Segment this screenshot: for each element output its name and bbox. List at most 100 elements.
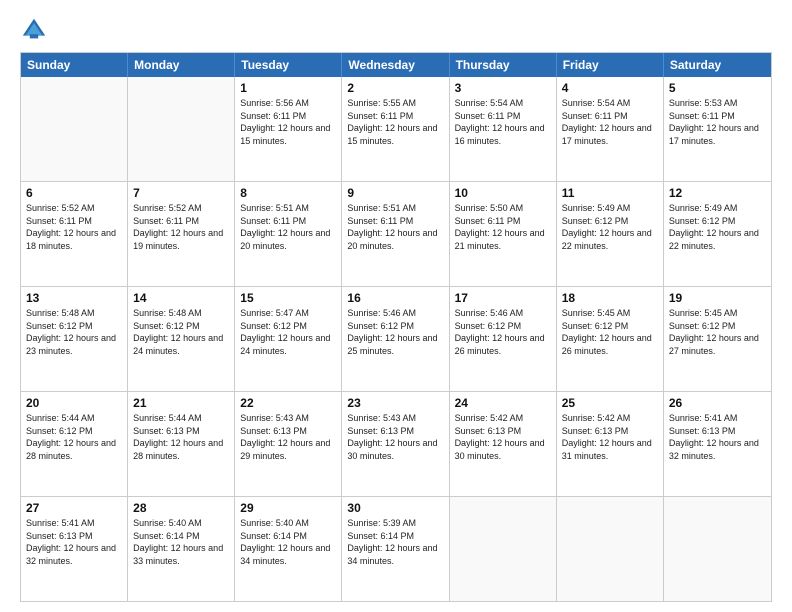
day-number: 7 (133, 186, 229, 200)
weekday-header-saturday: Saturday (664, 53, 771, 77)
calendar-cell: 26 Sunrise: 5:41 AMSunset: 6:13 PMDayligh… (664, 392, 771, 496)
sun-info: Sunrise: 5:55 AMSunset: 6:11 PMDaylight:… (347, 97, 443, 147)
sun-info: Sunrise: 5:41 AMSunset: 6:13 PMDaylight:… (669, 412, 766, 462)
day-number: 30 (347, 501, 443, 515)
sun-info: Sunrise: 5:45 AMSunset: 6:12 PMDaylight:… (562, 307, 658, 357)
weekday-header-thursday: Thursday (450, 53, 557, 77)
day-number: 11 (562, 186, 658, 200)
calendar-cell: 1 Sunrise: 5:56 AMSunset: 6:11 PMDaylight… (235, 77, 342, 181)
calendar-body: 1 Sunrise: 5:56 AMSunset: 6:11 PMDaylight… (21, 77, 771, 601)
calendar-cell: 9Sunrise: 5:51 AMSunset: 6:11 PMDaylight… (342, 182, 449, 286)
calendar-cell: 13Sunrise: 5:48 AMSunset: 6:12 PMDayligh… (21, 287, 128, 391)
calendar: SundayMondayTuesdayWednesdayThursdayFrid… (20, 52, 772, 602)
calendar-cell: 25Sunrise: 5:42 AMSunset: 6:13 PMDayligh… (557, 392, 664, 496)
day-number: 12 (669, 186, 766, 200)
day-number: 15 (240, 291, 336, 305)
calendar-cell (21, 77, 128, 181)
sun-info: Sunrise: 5:44 AMSunset: 6:12 PMDaylight:… (26, 412, 122, 462)
calendar-cell: 16 Sunrise: 5:46 AMSunset: 6:12 PMDayligh… (342, 287, 449, 391)
calendar-cell: 19 Sunrise: 5:45 AMSunset: 6:12 PMDayligh… (664, 287, 771, 391)
sun-info: Sunrise: 5:46 AMSunset: 6:12 PMDaylight:… (347, 307, 443, 357)
sun-info: Sunrise: 5:40 AMSunset: 6:14 PMDaylight:… (133, 517, 229, 567)
day-number: 27 (26, 501, 122, 515)
calendar-cell: 28 Sunrise: 5:40 AMSunset: 6:14 PMDayligh… (128, 497, 235, 601)
day-number: 16 (347, 291, 443, 305)
calendar-cell: 27 Sunrise: 5:41 AMSunset: 6:13 PMDayligh… (21, 497, 128, 601)
calendar-cell: 18 Sunrise: 5:45 AMSunset: 6:12 PMDayligh… (557, 287, 664, 391)
calendar-cell: 12 Sunrise: 5:49 AMSunset: 6:12 PMDayligh… (664, 182, 771, 286)
day-number: 3 (455, 81, 551, 95)
day-number: 21 (133, 396, 229, 410)
calendar-cell (664, 497, 771, 601)
weekday-header-tuesday: Tuesday (235, 53, 342, 77)
weekday-header-monday: Monday (128, 53, 235, 77)
calendar-cell: 10 Sunrise: 5:50 AMSunset: 6:11 PMDayligh… (450, 182, 557, 286)
day-number: 13 (26, 291, 122, 305)
calendar-row-0: 1 Sunrise: 5:56 AMSunset: 6:11 PMDaylight… (21, 77, 771, 181)
day-number: 24 (455, 396, 551, 410)
day-number: 22 (240, 396, 336, 410)
calendar-cell: 4Sunrise: 5:54 AMSunset: 6:11 PMDaylight… (557, 77, 664, 181)
sun-info: Sunrise: 5:47 AMSunset: 6:12 PMDaylight:… (240, 307, 336, 357)
calendar-cell: 11 Sunrise: 5:49 AMSunset: 6:12 PMDayligh… (557, 182, 664, 286)
sun-info: Sunrise: 5:48 AMSunset: 6:12 PMDaylight:… (133, 307, 229, 357)
day-number: 28 (133, 501, 229, 515)
header (20, 16, 772, 44)
calendar-cell: 30 Sunrise: 5:39 AMSunset: 6:14 PMDayligh… (342, 497, 449, 601)
calendar-cell: 6 Sunrise: 5:52 AMSunset: 6:11 PMDaylight… (21, 182, 128, 286)
sun-info: Sunrise: 5:45 AMSunset: 6:12 PMDaylight:… (669, 307, 766, 357)
calendar-cell: 5 Sunrise: 5:53 AMSunset: 6:11 PMDaylight… (664, 77, 771, 181)
sun-info: Sunrise: 5:42 AMSunset: 6:13 PMDaylight:… (562, 412, 658, 462)
sun-info: Sunrise: 5:54 AMSunset: 6:11 PMDaylight:… (455, 97, 551, 147)
calendar-cell: 7Sunrise: 5:52 AMSunset: 6:11 PMDaylight… (128, 182, 235, 286)
calendar-cell: 22 Sunrise: 5:43 AMSunset: 6:13 PMDayligh… (235, 392, 342, 496)
sun-info: Sunrise: 5:51 AMSunset: 6:11 PMDaylight:… (347, 202, 443, 252)
calendar-cell (128, 77, 235, 181)
calendar-cell: 20 Sunrise: 5:44 AMSunset: 6:12 PMDayligh… (21, 392, 128, 496)
day-number: 23 (347, 396, 443, 410)
calendar-cell: 8 Sunrise: 5:51 AMSunset: 6:11 PMDaylight… (235, 182, 342, 286)
day-number: 14 (133, 291, 229, 305)
sun-info: Sunrise: 5:49 AMSunset: 6:12 PMDaylight:… (669, 202, 766, 252)
day-number: 20 (26, 396, 122, 410)
day-number: 6 (26, 186, 122, 200)
day-number: 5 (669, 81, 766, 95)
day-number: 10 (455, 186, 551, 200)
calendar-cell: 15 Sunrise: 5:47 AMSunset: 6:12 PMDayligh… (235, 287, 342, 391)
day-number: 8 (240, 186, 336, 200)
day-number: 19 (669, 291, 766, 305)
calendar-cell (557, 497, 664, 601)
weekday-header-wednesday: Wednesday (342, 53, 449, 77)
sun-info: Sunrise: 5:50 AMSunset: 6:11 PMDaylight:… (455, 202, 551, 252)
calendar-cell: 21 Sunrise: 5:44 AMSunset: 6:13 PMDayligh… (128, 392, 235, 496)
calendar-cell: 29Sunrise: 5:40 AMSunset: 6:14 PMDayligh… (235, 497, 342, 601)
sun-info: Sunrise: 5:41 AMSunset: 6:13 PMDaylight:… (26, 517, 122, 567)
day-number: 18 (562, 291, 658, 305)
day-number: 2 (347, 81, 443, 95)
sun-info: Sunrise: 5:42 AMSunset: 6:13 PMDaylight:… (455, 412, 551, 462)
calendar-cell: 14 Sunrise: 5:48 AMSunset: 6:12 PMDayligh… (128, 287, 235, 391)
sun-info: Sunrise: 5:51 AMSunset: 6:11 PMDaylight:… (240, 202, 336, 252)
logo (20, 16, 52, 44)
sun-info: Sunrise: 5:52 AMSunset: 6:11 PMDaylight:… (26, 202, 122, 252)
sun-info: Sunrise: 5:49 AMSunset: 6:12 PMDaylight:… (562, 202, 658, 252)
sun-info: Sunrise: 5:43 AMSunset: 6:13 PMDaylight:… (347, 412, 443, 462)
calendar-row-2: 13 Sunrise: 5:48 AMSunset: 6:12 PMDayligh… (21, 286, 771, 391)
day-number: 1 (240, 81, 336, 95)
day-number: 26 (669, 396, 766, 410)
sun-info: Sunrise: 5:56 AMSunset: 6:11 PMDaylight:… (240, 97, 336, 147)
day-number: 29 (240, 501, 336, 515)
logo-icon (20, 16, 48, 44)
calendar-row-3: 20 Sunrise: 5:44 AMSunset: 6:12 PMDayligh… (21, 391, 771, 496)
weekday-header-sunday: Sunday (21, 53, 128, 77)
sun-info: Sunrise: 5:43 AMSunset: 6:13 PMDaylight:… (240, 412, 336, 462)
calendar-cell: 23 Sunrise: 5:43 AMSunset: 6:13 PMDayligh… (342, 392, 449, 496)
sun-info: Sunrise: 5:44 AMSunset: 6:13 PMDaylight:… (133, 412, 229, 462)
weekday-header-friday: Friday (557, 53, 664, 77)
sun-info: Sunrise: 5:39 AMSunset: 6:14 PMDaylight:… (347, 517, 443, 567)
calendar-cell: 24 Sunrise: 5:42 AMSunset: 6:13 PMDayligh… (450, 392, 557, 496)
page: SundayMondayTuesdayWednesdayThursdayFrid… (0, 0, 792, 612)
calendar-cell: 2 Sunrise: 5:55 AMSunset: 6:11 PMDaylight… (342, 77, 449, 181)
day-number: 17 (455, 291, 551, 305)
sun-info: Sunrise: 5:53 AMSunset: 6:11 PMDaylight:… (669, 97, 766, 147)
